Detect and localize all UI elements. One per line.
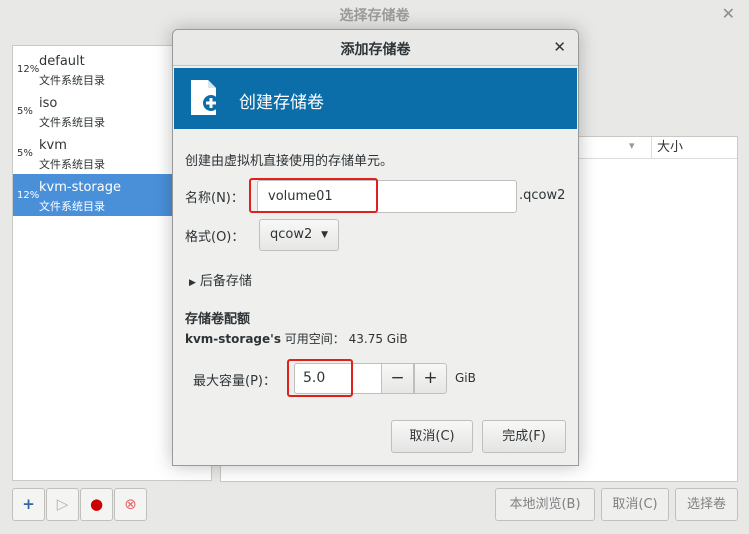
pool-type: 文件系统目录 [39,116,105,129]
sort-arrow-icon[interactable]: ▾ [629,139,635,152]
choose-volume-button[interactable]: 选择卷 [675,488,738,521]
expander-arrow-icon: ▶ [189,278,196,288]
dialog-titlebar: 添加存储卷 ✕ [173,30,578,66]
pool-usage: 12% [17,64,40,75]
play-icon: ▷ [56,495,69,513]
format-dropdown[interactable]: qcow2 ▼ [259,219,339,251]
window-titlebar: 选择存储卷 ✕ [0,0,749,30]
pool-usage: 5% [17,148,33,159]
name-label: 名称(N)： [185,191,244,206]
pool-usage: 12% [17,190,40,201]
format-label: 格式(O)： [185,230,245,245]
banner-title: 创建存储卷 [239,93,324,113]
add-pool-button[interactable]: + [12,488,45,521]
pool-usage: 5% [17,106,33,117]
capacity-unit: GiB [455,371,476,385]
quota-free-space: 可用空间： 43.75 GiB [280,332,408,346]
dropdown-arrow-icon: ▼ [321,230,328,240]
window-close-icon[interactable]: ✕ [722,4,735,23]
capacity-decrement-button[interactable]: − [381,363,414,394]
capacity-increment-button[interactable]: + [414,363,447,394]
plus-icon: + [423,368,438,388]
cancel-button[interactable]: 取消(C) [391,420,473,453]
browse-local-button[interactable]: 本地浏览(B) [495,488,595,521]
start-pool-button[interactable]: ▷ [46,488,79,521]
capacity-label: 最大容量(P)： [193,374,276,389]
dialog-description: 创建由虚拟机直接使用的存储单元。 [185,154,394,169]
pool-type: 文件系统目录 [39,200,105,213]
name-highlight-box [249,178,378,213]
dialog-banner: 创建存储卷 [174,68,577,129]
dialog-close-icon[interactable]: ✕ [553,38,566,56]
pool-type: 文件系统目录 [39,74,105,87]
plus-icon: + [22,495,35,513]
column-header-size[interactable]: 大小 [651,137,737,159]
stop-pool-button[interactable]: ● [80,488,113,521]
quota-title: 存储卷配额 [185,312,251,327]
add-volume-dialog: 添加存储卷 ✕ 创建存储卷 创建由虚拟机直接使用的存储单元。 名称(N)： vo… [172,29,579,466]
pool-type: 文件系统目录 [39,158,105,171]
name-suffix: .qcow2 [519,188,566,203]
format-value: qcow2 [270,227,313,242]
pool-name: kvm-storage [39,180,121,195]
delete-icon: ⊗ [124,495,137,513]
backing-store-label: 后备存储 [199,274,252,289]
minus-icon: − [390,368,405,388]
stop-icon: ● [89,495,104,513]
bg-cancel-button[interactable]: 取消(C) [601,488,669,521]
delete-pool-button[interactable]: ⊗ [114,488,147,521]
window-title: 选择存储卷 [339,8,410,24]
finish-button[interactable]: 完成(F) [482,420,566,453]
pool-name: iso [39,96,58,111]
dialog-title: 添加存储卷 [340,42,411,58]
capacity-highlight-box [287,359,353,397]
new-volume-icon [191,80,219,115]
pool-name: default [39,54,85,69]
quota-available: kvm-storage's 可用空间： 43.75 GiB [185,330,408,347]
pool-name: kvm [39,138,67,153]
backing-store-expander[interactable]: ▶ 后备存储 [189,270,252,289]
quota-pool-name: kvm-storage's [185,332,281,346]
